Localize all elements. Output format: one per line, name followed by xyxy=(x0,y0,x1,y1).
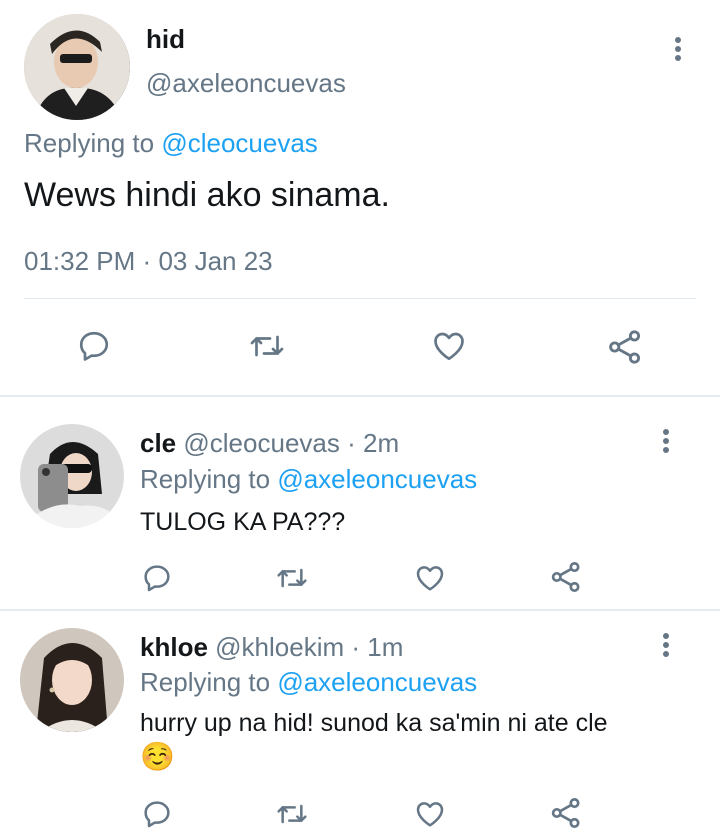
replying-prefix: Replying to xyxy=(24,128,155,158)
tweet-text: hurry up na hid! sunod ka sa'min ni ate … xyxy=(140,709,608,737)
divider xyxy=(24,298,696,299)
replying-to-link[interactable]: @axeleoncuevas xyxy=(277,667,477,697)
handle[interactable]: @axeleoncuevas xyxy=(146,68,346,99)
display-name[interactable]: hid xyxy=(146,24,185,55)
replying-to-line: Replying to @axeleoncuevas xyxy=(140,667,477,698)
like-icon[interactable] xyxy=(413,798,447,830)
avatar[interactable] xyxy=(20,424,124,528)
post-age: · 2m xyxy=(347,428,400,458)
more-vertical-icon[interactable] xyxy=(670,36,686,64)
avatar[interactable] xyxy=(20,628,124,732)
date: 03 Jan 23 xyxy=(158,246,273,276)
reply-header: khloe @khloekim · 1m xyxy=(140,632,403,663)
retweet-icon[interactable] xyxy=(274,562,310,594)
more-vertical-icon[interactable] xyxy=(658,428,674,456)
handle[interactable]: @khloekim xyxy=(215,632,344,662)
replying-to-line: Replying to @axeleoncuevas xyxy=(140,464,477,495)
tweet-text: Wews hindi ako sinama. xyxy=(24,176,390,214)
avatar[interactable] xyxy=(24,14,130,120)
reply-header: cle @cleocuevas · 2m xyxy=(140,428,399,459)
replying-to-line: Replying to @cleocuevas xyxy=(24,128,318,159)
emoji: ☺️ xyxy=(140,741,175,772)
like-icon[interactable] xyxy=(430,328,468,364)
like-icon[interactable] xyxy=(413,562,447,594)
display-name[interactable]: khloe xyxy=(140,632,208,662)
share-icon[interactable] xyxy=(606,328,644,366)
replying-to-link[interactable]: @cleocuevas xyxy=(161,128,317,158)
reply-icon[interactable] xyxy=(76,328,112,364)
time: 01:32 PM xyxy=(24,246,136,276)
reply-icon[interactable] xyxy=(141,798,173,830)
tweet-text: TULOG KA PA??? xyxy=(140,508,346,536)
retweet-icon[interactable] xyxy=(274,798,310,830)
replying-prefix: Replying to xyxy=(140,667,271,697)
post-age: · 1m xyxy=(351,632,404,662)
more-vertical-icon[interactable] xyxy=(658,632,674,660)
timestamp: 01:32 PM · 03 Jan 23 xyxy=(24,246,273,277)
separator: · xyxy=(142,246,152,276)
replying-to-link[interactable]: @axeleoncuevas xyxy=(277,464,477,494)
retweet-icon[interactable] xyxy=(247,328,287,364)
display-name[interactable]: cle xyxy=(140,428,176,458)
replying-prefix: Replying to xyxy=(140,464,271,494)
handle[interactable]: @cleocuevas xyxy=(183,428,339,458)
section-divider xyxy=(0,609,720,611)
share-icon[interactable] xyxy=(549,560,583,594)
share-icon[interactable] xyxy=(549,796,583,830)
reply-icon[interactable] xyxy=(141,562,173,594)
section-divider xyxy=(0,395,720,397)
